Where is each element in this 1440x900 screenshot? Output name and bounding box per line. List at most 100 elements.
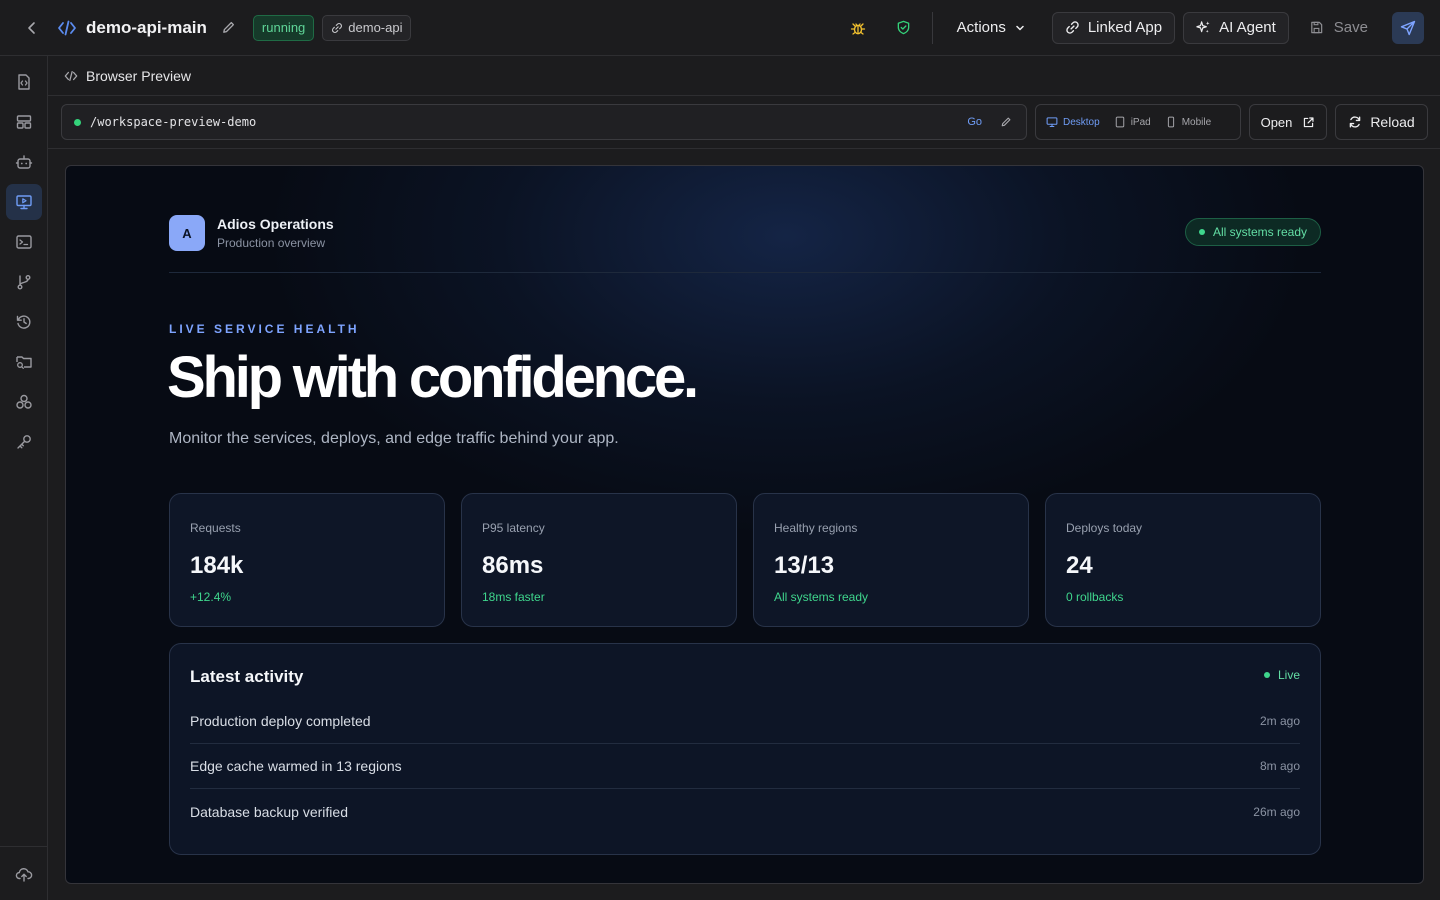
- stat-card-requests: Requests 184k +12.4%: [169, 493, 445, 627]
- top-bar: demo-api-main running demo-api Actions L…: [0, 0, 1440, 56]
- stat-delta: 18ms faster: [482, 590, 545, 604]
- sidebar: [0, 56, 48, 900]
- stat-card-regions: Healthy regions 13/13 All systems ready: [753, 493, 1029, 627]
- hero-subheadline: Monitor the services, deploys, and edge …: [169, 430, 619, 447]
- sidebar-item-terminal[interactable]: [6, 224, 42, 260]
- save-button[interactable]: Save: [1299, 12, 1378, 44]
- panel-title: Browser Preview: [86, 67, 192, 84]
- reload-button[interactable]: Reload: [1335, 104, 1428, 140]
- sidebar-item-packages[interactable]: [6, 384, 42, 420]
- rename-button[interactable]: [219, 18, 239, 38]
- live-dot: [1263, 672, 1270, 678]
- stat-value: 13/13: [774, 552, 835, 579]
- stat-value: 24: [1066, 552, 1093, 579]
- sidebar-item-history[interactable]: [6, 304, 42, 340]
- activity-item: Edge cache warmed in 13 regions 8m ago: [190, 744, 1300, 789]
- system-status-badge: All systems ready: [1184, 218, 1321, 246]
- activity-time: 8m ago: [1259, 759, 1300, 773]
- pencil-icon: [1001, 117, 1011, 127]
- link-icon: [1066, 21, 1079, 34]
- floppy-icon: [1311, 21, 1323, 34]
- ai-agent-label: AI Agent: [1219, 19, 1276, 36]
- edit-url-button[interactable]: [998, 114, 1014, 130]
- stat-label: Requests: [190, 521, 241, 535]
- live-label: Live: [1277, 668, 1300, 682]
- sidebar-item-preview[interactable]: [6, 184, 42, 220]
- url-input[interactable]: /workspace-preview-demo Go: [61, 104, 1027, 140]
- activity-card: Latest activity Live Production deploy c…: [169, 643, 1321, 855]
- stat-card-deploys: Deploys today 24 0 rollbacks: [1045, 493, 1321, 627]
- panel-header: Browser Preview: [48, 56, 1440, 96]
- publish-button[interactable]: [1392, 11, 1424, 44]
- sidebar-item-secrets[interactable]: [6, 424, 42, 460]
- activity-item: Production deploy completed 2m ago: [190, 699, 1300, 744]
- folder-search-icon: [16, 356, 32, 369]
- reload-label: Reload: [1370, 114, 1415, 130]
- open-external-button[interactable]: Open: [1249, 104, 1327, 140]
- connection-status-dot: [74, 118, 81, 126]
- url-text[interactable]: /workspace-preview-demo: [90, 115, 967, 129]
- sidebar-item-git[interactable]: [6, 264, 42, 300]
- monitor-play-icon: [16, 195, 32, 210]
- preview-header: A Adios Operations Production overview A…: [169, 215, 1321, 273]
- stat-delta: 0 rollbacks: [1066, 590, 1124, 604]
- sidebar-item-deploy[interactable]: [6, 856, 42, 892]
- stat-label: Deploys today: [1066, 521, 1143, 535]
- file-code-icon: [18, 74, 30, 90]
- refresh-icon: [1350, 116, 1361, 128]
- stat-label: Healthy regions: [774, 521, 858, 535]
- open-label: Open: [1260, 114, 1293, 130]
- device-ipad-label: iPad: [1130, 116, 1151, 128]
- sidebar-divider: [0, 846, 48, 847]
- device-mobile-label: Mobile: [1181, 116, 1212, 128]
- debug-button[interactable]: [842, 12, 874, 44]
- bug-icon: [850, 22, 865, 35]
- chevron-left-icon: [28, 21, 35, 34]
- monitor-icon: [1046, 117, 1058, 128]
- status-badge: running: [252, 14, 315, 41]
- git-branch-icon: [17, 275, 31, 290]
- device-toggle-group: Desktop iPad Mobile: [1035, 104, 1241, 140]
- go-button[interactable]: Go: [967, 116, 982, 128]
- back-button[interactable]: [18, 14, 46, 42]
- stat-delta: All systems ready: [774, 590, 869, 604]
- live-indicator: Live: [1263, 668, 1300, 682]
- pencil-icon: [223, 21, 235, 33]
- security-button[interactable]: [888, 12, 920, 44]
- activity-title: Latest activity: [190, 667, 304, 686]
- history-icon: [16, 315, 31, 329]
- bot-icon: [15, 155, 33, 169]
- actions-label: Actions: [956, 19, 1006, 36]
- sidebar-item-layout[interactable]: [6, 104, 42, 140]
- send-icon: [1400, 20, 1416, 35]
- status-dot: [1198, 229, 1205, 235]
- stat-delta: +12.4%: [190, 590, 232, 604]
- linked-app-label: Linked App: [1087, 19, 1163, 36]
- device-ipad-button[interactable]: iPad: [1108, 109, 1157, 135]
- actions-menu-button[interactable]: Actions: [947, 11, 1036, 45]
- linked-repo-badge[interactable]: demo-api: [322, 14, 412, 41]
- address-bar-row: /workspace-preview-demo Go Desktop iPad …: [48, 96, 1440, 149]
- linked-app-button[interactable]: Linked App: [1051, 11, 1176, 44]
- device-mobile-button[interactable]: Mobile: [1159, 109, 1217, 135]
- activity-item: Database backup verified 26m ago: [190, 789, 1300, 834]
- brand-name: Adios Operations: [217, 216, 334, 232]
- shield-check-icon: [897, 20, 910, 35]
- activity-text: Database backup verified: [190, 803, 348, 820]
- sidebar-item-agent[interactable]: [6, 144, 42, 180]
- device-desktop-button[interactable]: Desktop: [1040, 109, 1106, 135]
- boxes-icon: [16, 394, 32, 409]
- ai-agent-button[interactable]: AI Agent: [1183, 11, 1289, 44]
- activity-time: 26m ago: [1253, 804, 1300, 819]
- external-link-icon: [1304, 116, 1314, 127]
- sidebar-item-files[interactable]: [6, 64, 42, 100]
- link-icon: [332, 22, 343, 33]
- device-desktop-label: Desktop: [1063, 116, 1100, 128]
- activity-text: Production deploy completed: [190, 713, 371, 729]
- activity-text: Edge cache warmed in 13 regions: [190, 758, 402, 774]
- hero-headline: Ship with confidence.: [167, 345, 699, 410]
- brand-subtitle: Production overview: [217, 236, 326, 250]
- sparkles-icon: [1196, 21, 1210, 33]
- sidebar-item-explorer[interactable]: [6, 344, 42, 380]
- brand-logo: A: [169, 215, 205, 251]
